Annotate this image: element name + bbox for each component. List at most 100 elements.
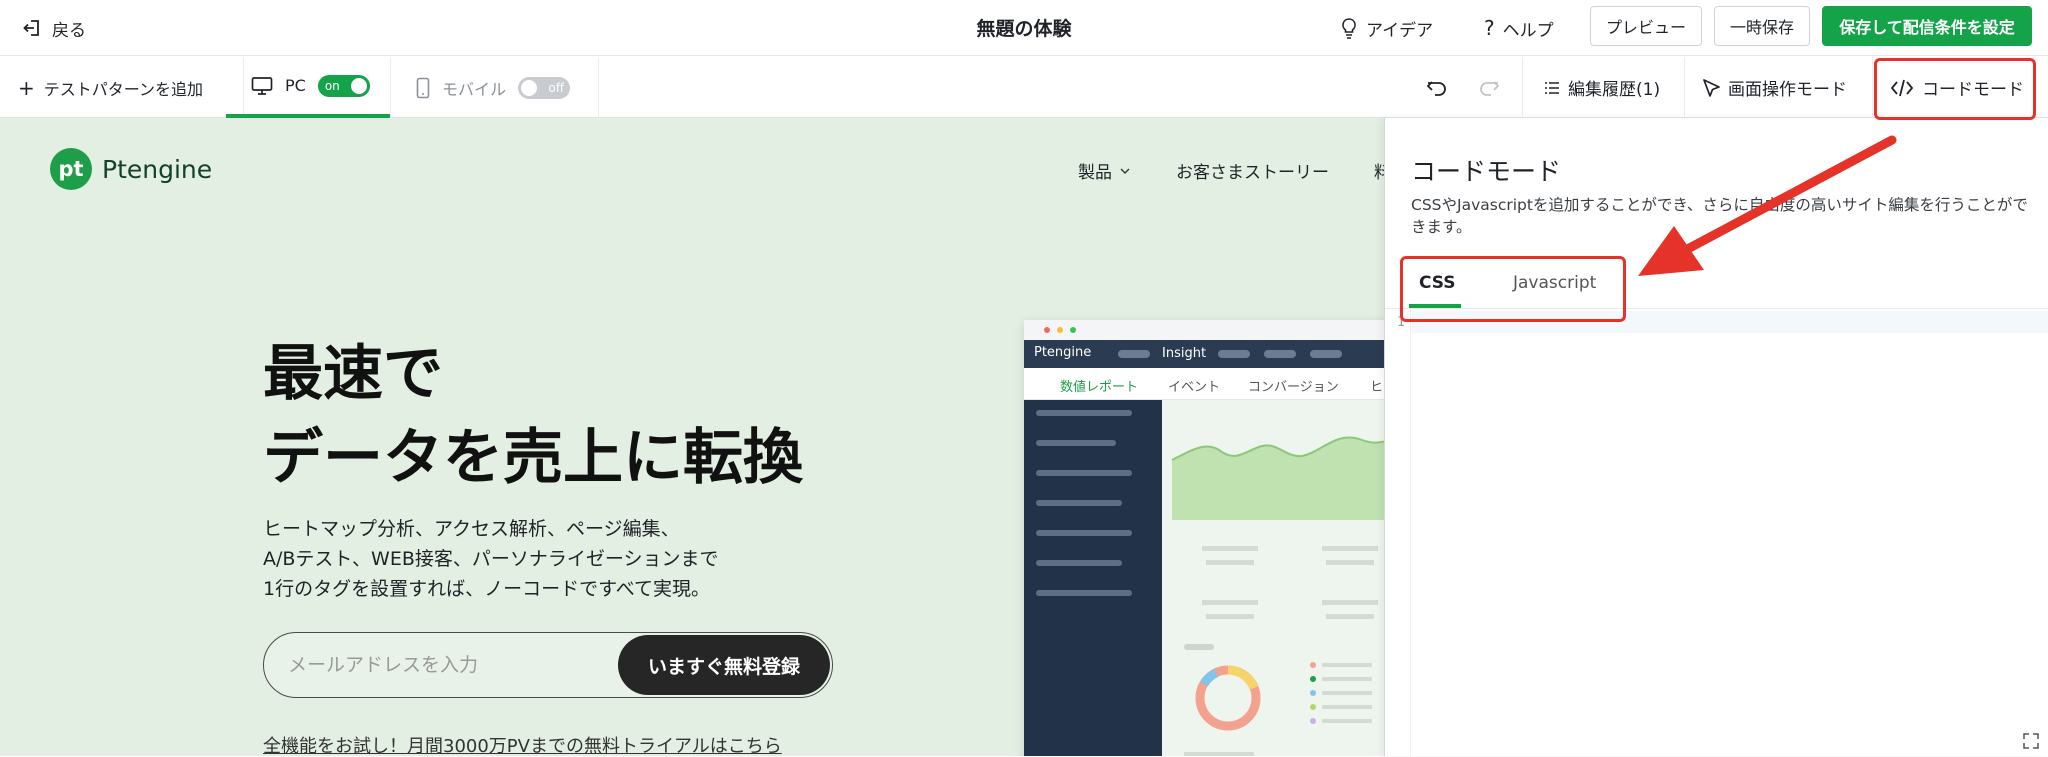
chevron-down-icon [1120, 167, 1130, 175]
mockup-sidebar-line [1036, 560, 1122, 566]
save-and-settings-button[interactable]: 保存して配信条件を設定 [1822, 6, 2032, 46]
mockup-bar [1202, 600, 1258, 605]
help-label: ヘルプ [1502, 20, 1554, 41]
mockup-nav-pill [1118, 350, 1150, 358]
help-button[interactable]: ? ヘルプ [1484, 14, 1554, 42]
mobile-toggle[interactable]: off [518, 76, 571, 99]
idea-button[interactable]: アイデア [1340, 14, 1433, 42]
mockup-nav-pill [1218, 350, 1250, 358]
legend-dot [1310, 704, 1316, 710]
edit-history-label: 編集履歴(1) [1568, 80, 1661, 100]
mockup-topnav: Ptengine Insight [1024, 340, 1384, 368]
subtext-line: 1行のタグを設置すれば、ノーコードですべて実現。 [263, 578, 710, 600]
legend-dot [1310, 662, 1316, 668]
pc-toggle-state: on [324, 78, 340, 93]
legend-line [1322, 677, 1372, 681]
nav-item-stories[interactable]: お客さまストーリー [1176, 158, 1329, 183]
subtext-line: A/Bテスト、WEB接客、パーソナライゼーションまで [263, 548, 719, 570]
window-dot [1057, 327, 1063, 333]
add-test-pattern-button[interactable]: + テストパターンを追加 [18, 57, 244, 118]
window-dot [1070, 327, 1076, 333]
nav-label: お客さまストーリー [1176, 163, 1329, 183]
undo-button[interactable] [1426, 57, 1448, 118]
logo-mark: pt [50, 148, 92, 190]
resize-icon[interactable] [2022, 732, 2040, 750]
divider [1684, 57, 1685, 118]
back-button[interactable]: 戻る [22, 14, 86, 42]
mockup-nav-insight: Insight [1162, 346, 1207, 361]
nav-label: 製品 [1078, 163, 1112, 183]
toggle-knob [521, 79, 538, 96]
plus-icon: + [18, 75, 35, 100]
panel-title: コードモード [1411, 157, 1562, 186]
mockup-nav-pill [1264, 350, 1296, 358]
pc-toggle[interactable]: on [317, 74, 370, 97]
nav-item-pricing[interactable]: 料 [1374, 158, 1384, 183]
donut-chart-illustration [1195, 665, 1261, 731]
device-tab-pc[interactable]: PC on [226, 57, 390, 118]
device-label-pc: PC [285, 76, 306, 95]
pattern-toolbar: + テストパターンを追加 PC on モバイル off 編集履歴(1) 画面操作… [0, 57, 2048, 118]
edit-history-button[interactable]: 編集履歴(1) [1544, 57, 1660, 118]
mockup-tab: ヒ [1370, 380, 1384, 395]
mockup-bar [1202, 546, 1258, 551]
nav-item-products[interactable]: 製品 [1078, 158, 1130, 183]
legend-line [1322, 705, 1372, 709]
mockup-bar [1184, 752, 1254, 756]
mockup-sidebar-line [1036, 530, 1132, 536]
mockup-content [1162, 400, 1384, 756]
divider [598, 57, 599, 118]
site-logo[interactable]: pt Ptengine [50, 148, 212, 190]
nav-label: 料 [1374, 163, 1384, 183]
mockup-sidebar-line [1036, 590, 1132, 596]
device-tab-mobile[interactable]: モバイル off [390, 57, 598, 118]
hero-subtext[interactable]: ヒートマップ分析、アクセス解析、ページ編集、 A/Bテスト、WEB接客、パーソナ… [263, 514, 719, 604]
logo-text: Ptengine [102, 154, 213, 184]
code-editor[interactable]: 1 [1385, 308, 2048, 757]
redo-button[interactable] [1478, 57, 1500, 118]
temp-save-button[interactable]: 一時保存 [1714, 6, 1810, 46]
toggle-knob [350, 77, 367, 94]
register-button[interactable]: いますぐ無料登録 [618, 635, 830, 695]
mockup-brand: Ptengine [1034, 345, 1092, 360]
mockup-tab: イベント [1168, 380, 1221, 395]
mockup-tabs: 数値レポート イベント コンバージョン ヒ [1024, 368, 1384, 402]
exit-icon [22, 18, 42, 38]
smartphone-icon [416, 77, 430, 99]
hero-heading[interactable]: 最速で データを売上に転換 [263, 332, 803, 500]
preview-button[interactable]: プレビュー [1590, 6, 1702, 46]
undo-icon [1426, 78, 1448, 98]
annotation-box-code-mode [1874, 58, 2036, 120]
mockup-bar [1184, 644, 1214, 650]
legend-line [1322, 691, 1372, 695]
mockup-bar [1326, 560, 1374, 565]
mockup-window-bar [1024, 320, 1384, 340]
product-mockup[interactable]: Ptengine Insight 数値レポート イベント コンバージョン ヒ [1024, 320, 1384, 756]
annotation-arrow-icon [1638, 135, 1897, 276]
legend-line [1322, 719, 1372, 723]
mockup-sidebar-line [1036, 410, 1132, 416]
lightbulb-icon [1340, 17, 1358, 39]
screen-operation-mode-button[interactable]: 画面操作モード [1702, 57, 1847, 118]
trial-link[interactable]: 全機能をお試し！月間3000万PVまでの無料トライアルはこちら [263, 732, 782, 756]
signup-form: いますぐ無料登録 [263, 632, 833, 698]
mockup-bar [1326, 614, 1374, 619]
editor-gutter: 1 [1385, 309, 1411, 757]
redo-icon [1478, 78, 1500, 98]
mockup-bar [1322, 600, 1378, 605]
mockup-bar [1206, 560, 1254, 565]
mockup-bar [1206, 614, 1254, 619]
cursor-icon [1702, 78, 1720, 98]
annotation-box-tabs [1400, 256, 1626, 322]
back-label: 戻る [52, 20, 86, 41]
mockup-tab: 数値レポート [1060, 376, 1139, 402]
email-input[interactable] [288, 651, 588, 679]
mockup-bar [1322, 546, 1378, 551]
mockup-sidebar-line [1036, 500, 1122, 506]
monitor-icon [251, 76, 273, 96]
legend-dot [1310, 718, 1316, 724]
window-dot [1044, 327, 1050, 333]
mockup-sidebar [1024, 400, 1162, 756]
question-icon: ? [1484, 16, 1495, 40]
divider [1522, 57, 1523, 118]
